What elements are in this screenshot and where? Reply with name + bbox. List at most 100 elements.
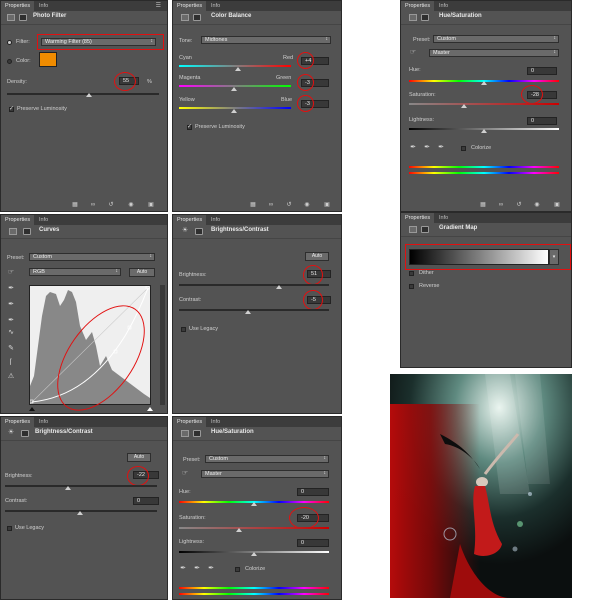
- tab-properties[interactable]: Properties: [401, 213, 435, 223]
- colorize-checkbox[interactable]: [235, 567, 240, 572]
- lightness-field[interactable]: 0: [297, 539, 329, 547]
- eyedropper-minus-icon[interactable]: ✒: [207, 565, 215, 573]
- smooth-icon[interactable]: ⌈: [7, 359, 15, 367]
- color-swatch[interactable]: [39, 52, 57, 67]
- clip-to-layer-icon[interactable]: ▦: [71, 202, 79, 209]
- tab-info[interactable]: Info: [35, 417, 52, 427]
- tone-select[interactable]: Midtones: [201, 36, 331, 44]
- delete-icon[interactable]: ▣: [147, 202, 155, 209]
- tab-properties[interactable]: Properties: [1, 1, 35, 11]
- brightness-thumb[interactable]: [65, 486, 71, 490]
- clip-to-layer-icon[interactable]: ▦: [479, 202, 487, 209]
- black-point-thumb[interactable]: [29, 407, 35, 411]
- white-point-thumb[interactable]: [147, 407, 153, 411]
- targeted-adjustment-icon[interactable]: ☞: [7, 269, 15, 277]
- yellow-blue-thumb[interactable]: [231, 109, 237, 113]
- preset-select[interactable]: Custom: [433, 35, 559, 43]
- magenta-green-thumb[interactable]: [231, 87, 237, 91]
- use-legacy-checkbox[interactable]: [7, 526, 12, 531]
- curves-scrollbar[interactable]: [160, 285, 165, 405]
- auto-button[interactable]: Auto: [305, 252, 329, 261]
- clip-to-layer-icon[interactable]: ▦: [249, 202, 257, 209]
- view-previous-icon[interactable]: ∞: [89, 202, 97, 209]
- contrast-field[interactable]: 0: [133, 497, 159, 505]
- saturation-slider[interactable]: [179, 527, 329, 529]
- hue-thumb[interactable]: [481, 81, 487, 85]
- reverse-checkbox[interactable]: [409, 284, 414, 289]
- delete-icon[interactable]: ▣: [553, 202, 561, 209]
- eyedropper-black-icon[interactable]: ✒: [7, 285, 15, 293]
- preset-select[interactable]: Custom: [205, 455, 329, 463]
- tab-properties[interactable]: Properties: [173, 215, 207, 225]
- eyedropper-minus-icon[interactable]: ✒: [437, 144, 445, 152]
- channel-select[interactable]: Master: [201, 470, 329, 478]
- visibility-icon[interactable]: ◉: [303, 202, 311, 209]
- tab-info[interactable]: Info: [207, 215, 224, 225]
- adjustment-icon: [409, 14, 417, 21]
- clipping-warning-icon[interactable]: ⚠: [7, 373, 15, 381]
- preserve-luminosity-checkbox[interactable]: [187, 123, 192, 130]
- hue-thumb[interactable]: [251, 502, 257, 506]
- tab-info[interactable]: Info: [207, 417, 224, 427]
- pencil-tool-icon[interactable]: ✎: [7, 345, 15, 353]
- lightness-field[interactable]: 0: [527, 117, 557, 125]
- tab-info[interactable]: Info: [35, 1, 52, 11]
- saturation-slider[interactable]: [409, 103, 559, 105]
- brightness-thumb[interactable]: [276, 285, 282, 289]
- contrast-thumb[interactable]: [245, 310, 251, 314]
- eyedropper-plus-icon[interactable]: ✒: [423, 144, 431, 152]
- visibility-icon[interactable]: ◉: [533, 202, 541, 209]
- lightness-thumb[interactable]: [251, 552, 257, 556]
- color-radio[interactable]: [7, 59, 12, 64]
- tab-properties[interactable]: Properties: [173, 417, 207, 427]
- contrast-thumb[interactable]: [77, 511, 83, 515]
- auto-button[interactable]: Auto: [129, 268, 155, 277]
- saturation-thumb[interactable]: [236, 528, 242, 532]
- adjustment-icon: [409, 226, 417, 233]
- tab-properties[interactable]: Properties: [1, 417, 35, 427]
- preserve-luminosity-checkbox[interactable]: [9, 105, 14, 112]
- density-slider-thumb[interactable]: [86, 93, 92, 97]
- reset-icon[interactable]: ↺: [107, 202, 115, 209]
- tab-info[interactable]: Info: [435, 213, 452, 223]
- contrast-slider[interactable]: [179, 309, 329, 311]
- hue-field[interactable]: 0: [297, 488, 329, 496]
- filter-radio[interactable]: [7, 40, 12, 45]
- visibility-icon[interactable]: ◉: [127, 202, 135, 209]
- tab-properties[interactable]: Properties: [401, 1, 435, 11]
- tab-info[interactable]: Info: [35, 215, 52, 225]
- preset-select[interactable]: Custom: [29, 253, 155, 261]
- channel-select[interactable]: RGB: [29, 268, 121, 276]
- targeted-adjustment-icon[interactable]: ☞: [181, 470, 189, 478]
- eyedropper-icon[interactable]: ✒: [179, 565, 187, 573]
- brightness-slider[interactable]: [5, 485, 157, 487]
- brightness-slider[interactable]: [179, 284, 329, 286]
- saturation-thumb[interactable]: [461, 104, 467, 108]
- view-previous-icon[interactable]: ∞: [497, 202, 505, 209]
- delete-icon[interactable]: ▣: [323, 202, 331, 209]
- tab-properties[interactable]: Properties: [173, 1, 207, 11]
- density-slider[interactable]: [7, 93, 159, 95]
- channel-select[interactable]: Master: [429, 49, 559, 57]
- panel-menu-icon[interactable]: ☰: [156, 2, 161, 9]
- curve-point-tool-icon[interactable]: ∿: [7, 329, 15, 337]
- eyedropper-plus-icon[interactable]: ✒: [193, 565, 201, 573]
- cyan-red-thumb[interactable]: [235, 67, 241, 71]
- tab-properties[interactable]: Properties: [1, 215, 35, 225]
- reset-icon[interactable]: ↺: [285, 202, 293, 209]
- lightness-thumb[interactable]: [481, 129, 487, 133]
- targeted-adjustment-icon[interactable]: ☞: [409, 49, 417, 57]
- saturation-highlight-ring: [521, 85, 543, 104]
- view-previous-icon[interactable]: ∞: [267, 202, 275, 209]
- eyedropper-white-icon[interactable]: ✒: [7, 317, 15, 325]
- use-legacy-checkbox[interactable]: [181, 327, 186, 332]
- eyedropper-gray-icon[interactable]: ✒: [7, 301, 15, 309]
- auto-button[interactable]: Auto: [127, 453, 151, 462]
- hue-field[interactable]: 0: [527, 67, 557, 75]
- colorize-checkbox[interactable]: [461, 146, 466, 151]
- tab-info[interactable]: Info: [207, 1, 224, 11]
- tab-info[interactable]: Info: [435, 1, 452, 11]
- reset-icon[interactable]: ↺: [515, 202, 523, 209]
- dither-checkbox[interactable]: [409, 271, 414, 276]
- eyedropper-icon[interactable]: ✒: [409, 144, 417, 152]
